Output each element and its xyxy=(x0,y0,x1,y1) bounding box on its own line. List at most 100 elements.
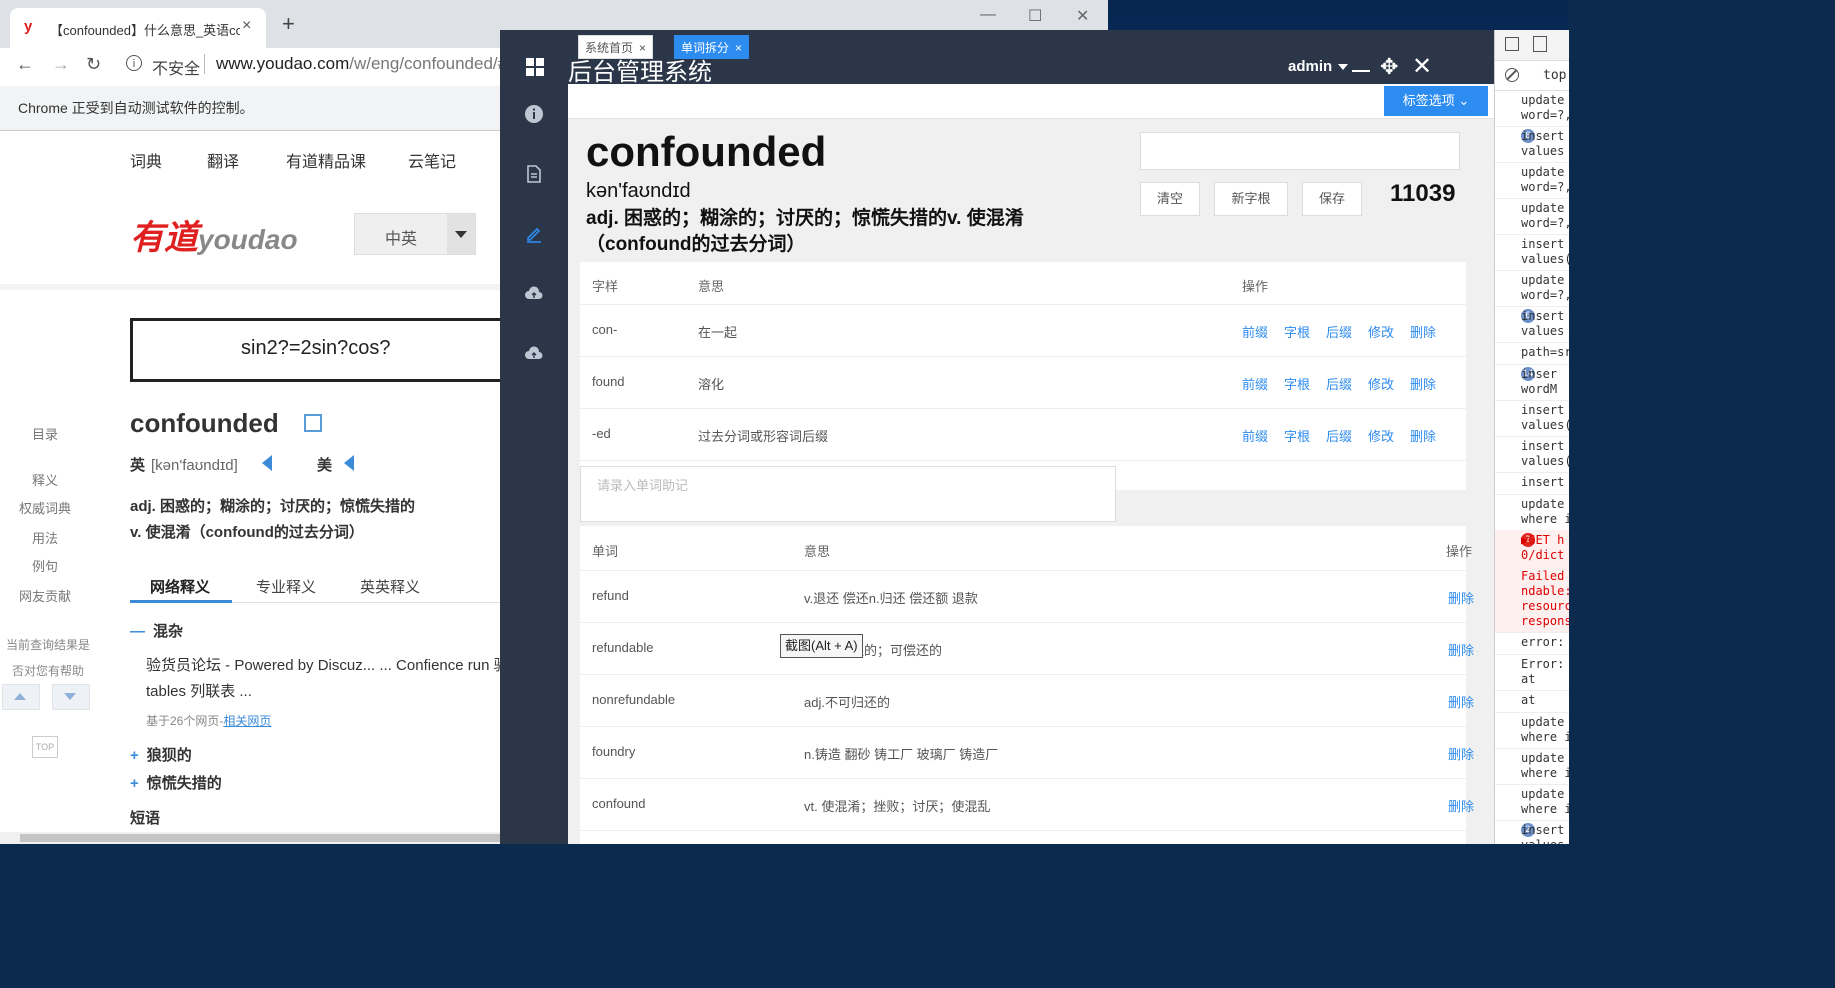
tab-close-icon[interactable]: × xyxy=(735,41,742,55)
console-line[interactable]: update word=?, xyxy=(1495,90,1569,127)
save-button[interactable]: 保存 xyxy=(1302,182,1362,216)
delete-link[interactable]: 删除 xyxy=(1410,374,1436,393)
sidebar-item-meaning[interactable]: 释义 xyxy=(0,470,90,489)
console-line[interactable]: update word=?, xyxy=(1495,270,1569,307)
console-line[interactable]: update where i xyxy=(1495,748,1569,785)
console-line[interactable]: path=sr xyxy=(1495,342,1569,365)
console-line[interactable]: insert values( xyxy=(1495,234,1569,271)
collapse-icon[interactable]: — xyxy=(130,623,145,640)
suffix-link[interactable]: 后缀 xyxy=(1326,374,1352,393)
sidebar-item-toc[interactable]: 目录 xyxy=(0,424,90,443)
tab-close-icon[interactable]: × xyxy=(639,41,646,55)
new-tab-button[interactable]: + xyxy=(282,13,295,35)
root-input[interactable] xyxy=(1140,132,1460,170)
prefix-link[interactable]: 前缀 xyxy=(1242,374,1268,393)
console-line[interactable]: 2insertvalues xyxy=(1495,820,1569,844)
expand-icon[interactable]: + xyxy=(130,775,139,792)
tab-close-icon[interactable]: × xyxy=(242,17,251,35)
feedback-down-button[interactable] xyxy=(52,684,90,710)
related-pages-link[interactable]: 相关网页 xyxy=(223,714,271,728)
delete-link[interactable]: 删除 xyxy=(1448,692,1474,711)
minimize-icon[interactable]: — xyxy=(980,6,996,24)
wordbook-add-icon[interactable] xyxy=(304,414,322,432)
sidebar-item-authority[interactable]: 权威词典 xyxy=(0,498,90,517)
edit-icon[interactable] xyxy=(524,224,544,244)
mnemonic-textarea[interactable]: 请录入单词助记 xyxy=(580,466,1116,522)
suffix-link[interactable]: 后缀 xyxy=(1326,426,1352,445)
move-icon[interactable]: ✥ xyxy=(1380,54,1398,80)
sidebar-item-contrib[interactable]: 网友贡献 xyxy=(0,586,90,605)
web-meaning-item[interactable]: — 混杂 xyxy=(130,620,183,641)
delete-link[interactable]: 删除 xyxy=(1448,744,1474,763)
console-line[interactable]: error: xyxy=(1495,632,1569,655)
device-toggle-icon[interactable] xyxy=(1533,36,1547,52)
language-select[interactable]: 中英 xyxy=(354,213,476,255)
edit-link[interactable]: 修改 xyxy=(1368,426,1394,445)
console-line[interactable]: 2 ▶GET h 0/dict xyxy=(1495,530,1569,567)
back-icon[interactable]: ← xyxy=(16,54,34,75)
delete-link[interactable]: 删除 xyxy=(1448,640,1474,659)
info-icon[interactable] xyxy=(524,104,544,124)
delete-link[interactable]: 删除 xyxy=(1448,588,1474,607)
close-window-icon[interactable]: ✕ xyxy=(1076,6,1089,26)
prefix-link[interactable]: 前缀 xyxy=(1242,426,1268,445)
delete-link[interactable]: 删除 xyxy=(1410,426,1436,445)
tab-home[interactable]: 系统首页 × xyxy=(578,35,654,59)
sidebar-item-usage[interactable]: 用法 xyxy=(0,528,90,547)
sidebar-item-examples[interactable]: 例句 xyxy=(0,556,90,575)
console-line[interactable]: update where i xyxy=(1495,712,1569,749)
clear-console-icon[interactable] xyxy=(1505,68,1519,82)
nav-courses[interactable]: 有道精品课 xyxy=(286,148,366,172)
console-line[interactable]: Error: at xyxy=(1495,654,1569,691)
close-icon[interactable]: ✕ xyxy=(1412,52,1432,81)
web-meaning-item[interactable]: + 惊慌失措的 xyxy=(130,772,222,793)
console-line[interactable]: update word=?, xyxy=(1495,162,1569,199)
root-link[interactable]: 字根 xyxy=(1284,426,1310,445)
cloud-upload-icon[interactable] xyxy=(524,284,544,304)
console-line[interactable]: update where i xyxy=(1495,784,1569,821)
console-line[interactable]: 8 insert values xyxy=(1495,126,1569,163)
clear-button[interactable]: 清空 xyxy=(1140,182,1200,216)
nav-notes[interactable]: 云笔记 xyxy=(408,148,456,172)
console-line[interactable]: Failed ndable: resourc respons xyxy=(1495,566,1569,633)
console-line[interactable]: 6 insert values xyxy=(1495,306,1569,343)
console-line[interactable]: 14 inser wordM xyxy=(1495,364,1569,401)
feedback-up-button[interactable] xyxy=(2,684,40,710)
inspect-element-icon[interactable] xyxy=(1505,37,1519,51)
console-line[interactable]: insert xyxy=(1495,472,1569,495)
tab-options-button[interactable]: 标签选项 ⌄ xyxy=(1384,86,1488,116)
nav-dict[interactable]: 词典 xyxy=(130,148,162,172)
chevron-down-icon[interactable] xyxy=(447,214,475,254)
tab-word-split[interactable]: 单词拆分 × xyxy=(674,35,750,59)
document-icon[interactable] xyxy=(524,164,544,184)
site-info-icon[interactable]: i xyxy=(126,55,142,71)
speaker-uk-icon[interactable] xyxy=(262,455,272,471)
back-to-top-icon[interactable]: TOP xyxy=(32,736,58,758)
new-root-button[interactable]: 新字根 xyxy=(1214,182,1288,216)
prefix-link[interactable]: 前缀 xyxy=(1242,322,1268,341)
root-link[interactable]: 字根 xyxy=(1284,374,1310,393)
delete-link[interactable]: 删除 xyxy=(1448,796,1474,815)
youdao-logo[interactable]: 有道youdao xyxy=(130,210,298,259)
tab-web[interactable]: 网络释义 xyxy=(150,576,210,597)
browser-tab[interactable]: y 【confounded】什么意思_英语confounded的翻译_音标_读音… xyxy=(10,8,266,48)
cloud-upload-icon[interactable] xyxy=(524,344,544,364)
delete-link[interactable]: 删除 xyxy=(1410,322,1436,341)
maximize-icon[interactable]: ☐ xyxy=(1028,6,1042,26)
forward-icon[interactable]: → xyxy=(52,54,70,75)
app-grid-icon[interactable] xyxy=(526,58,544,76)
root-link[interactable]: 字根 xyxy=(1284,322,1310,341)
url-text[interactable]: www.youdao.com/w/eng/confounded/# xyxy=(216,54,507,74)
console-line[interactable]: insert values( xyxy=(1495,400,1569,437)
console-line[interactable]: update where i xyxy=(1495,494,1569,531)
console-line[interactable]: at xyxy=(1495,690,1569,713)
console-line[interactable]: insert values( xyxy=(1495,436,1569,473)
user-menu[interactable]: admin xyxy=(1288,58,1349,75)
nav-translate[interactable]: 翻译 xyxy=(207,148,239,172)
web-meaning-item[interactable]: + 狼狈的 xyxy=(130,744,192,765)
edit-link[interactable]: 修改 xyxy=(1368,322,1394,341)
context-select[interactable]: top xyxy=(1543,68,1566,83)
reload-icon[interactable]: ↻ xyxy=(86,54,101,75)
suffix-link[interactable]: 后缀 xyxy=(1326,322,1352,341)
expand-icon[interactable]: + xyxy=(130,747,139,764)
